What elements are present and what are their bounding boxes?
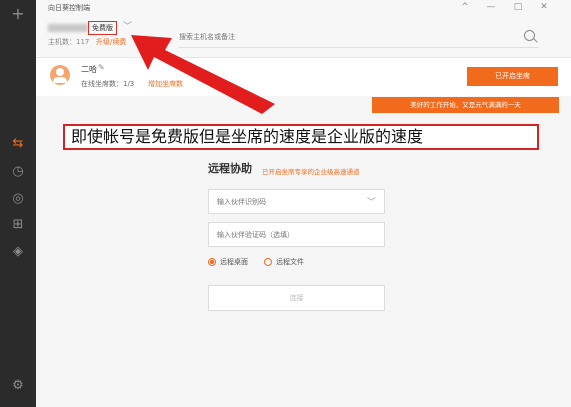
search-input[interactable] <box>179 28 509 46</box>
avatar <box>50 65 70 85</box>
history-icon[interactable]: ◷ <box>0 163 36 181</box>
add-icon[interactable]: + <box>0 5 36 23</box>
greeting-banner: 美好的工作开始，又是元气满满的一天 <box>372 97 559 113</box>
annotation-callout: 即使帐号是免费版但是坐席的速度是企业版的速度 <box>63 124 539 150</box>
upgrade-link[interactable]: 升级/续费 <box>96 37 126 47</box>
profile-bar: 二哈 ✎ 在线坐席数：1/3 增加坐席数 已开启坐席 <box>36 58 571 96</box>
title-bar: 向日葵控制端 ^ — □ ✕ 免费版 ﹀ 主机数：117 升级/续费 <box>36 0 571 58</box>
search-icon[interactable] <box>524 30 535 41</box>
search-bar <box>179 28 539 48</box>
radio-remote-desktop[interactable] <box>208 258 216 266</box>
radio-remote-file-label: 远程文件 <box>276 258 304 266</box>
chevron-down-icon[interactable]: ﹀ <box>367 195 376 208</box>
discover-icon[interactable]: ◈ <box>0 243 36 261</box>
online-seats: 在线坐席数：1/3 <box>81 80 135 88</box>
settings-icon[interactable]: ⚙ <box>0 377 36 395</box>
edit-icon[interactable]: ✎ <box>98 63 105 72</box>
radio-remote-file[interactable] <box>264 258 272 266</box>
remote-assist-title: 远程协助 <box>208 162 252 175</box>
user-icon[interactable]: ◎ <box>0 190 36 208</box>
app-title: 向日葵控制端 <box>48 4 90 12</box>
user-name: 二哈 <box>81 65 97 74</box>
close-button[interactable]: ✕ <box>537 2 551 12</box>
chevron-down-icon[interactable]: ﹀ <box>123 19 132 32</box>
maximize-button[interactable]: □ <box>511 2 525 12</box>
add-seats-link[interactable]: 增加坐席数 <box>148 79 183 89</box>
blurred-account-name <box>48 24 88 32</box>
main-panel: 向日葵控制端 ^ — □ ✕ 免费版 ﹀ 主机数：117 升级/续费 二哈 ✎ … <box>36 0 571 407</box>
partner-code-input[interactable] <box>217 223 377 246</box>
partner-code-field <box>208 222 385 247</box>
sidebar: + ⇆ ◷ ◎ ⊞ ◈ ⚙ <box>0 0 36 407</box>
radio-remote-desktop-label: 远程桌面 <box>220 258 248 266</box>
minimize-button[interactable]: — <box>484 2 498 12</box>
remote-icon[interactable]: ⇆ <box>0 135 36 153</box>
partner-id-field: ﹀ <box>208 189 385 214</box>
partner-id-input[interactable] <box>217 190 357 213</box>
content-area: 美好的工作开始，又是元气满满的一天 即使帐号是免费版但是坐席的速度是企业版的速度… <box>36 96 571 407</box>
host-count: 主机数：117 <box>48 38 90 46</box>
remote-assist-subtitle: 已开启坐席专享的企业级高速通道 <box>262 168 360 176</box>
open-seat-button[interactable]: 已开启坐席 <box>467 67 558 86</box>
connect-button[interactable]: 连接 <box>208 285 385 311</box>
collapse-icon[interactable]: ^ <box>458 2 472 12</box>
device-icon[interactable]: ⊞ <box>0 216 36 234</box>
plan-badge: 免费版 <box>88 21 117 35</box>
